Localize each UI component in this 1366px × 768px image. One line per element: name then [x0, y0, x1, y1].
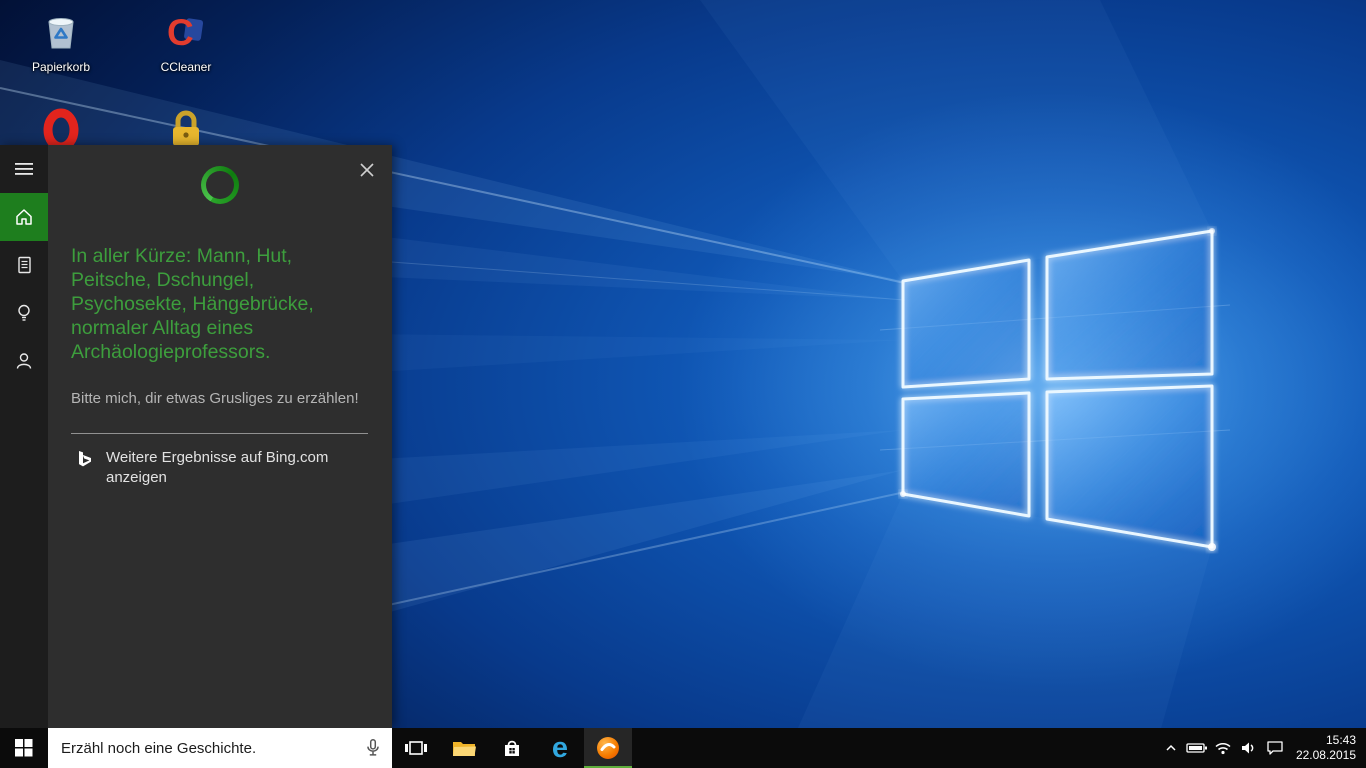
avast-icon [597, 737, 619, 759]
start-button[interactable] [0, 728, 48, 768]
windows-logo-icon [15, 739, 33, 757]
close-icon[interactable] [356, 159, 378, 181]
search-input-value: Erzähl noch eine Geschichte. [61, 739, 257, 757]
task-view-icon [405, 741, 427, 755]
edge-button[interactable]: e [536, 728, 584, 768]
volume-icon[interactable] [1236, 728, 1262, 768]
store-button[interactable] [488, 728, 536, 768]
recycle-bin-icon [38, 9, 84, 55]
battery-icon[interactable] [1184, 728, 1210, 768]
cortana-rail [0, 145, 48, 728]
bing-results-link[interactable]: Weitere Ergebnisse auf Bing.com anzeigen [71, 448, 368, 488]
bing-link-label: Weitere Ergebnisse auf Bing.com anzeigen [106, 449, 329, 486]
divider [71, 433, 368, 434]
home-icon [16, 209, 32, 225]
rail-item-notebook[interactable] [0, 241, 48, 289]
windows-desktop: Papierkorb C CCleaner In aller Kürze: Ma… [0, 0, 1366, 768]
taskbar-clock[interactable]: 15:43 22.08.2015 [1288, 728, 1366, 768]
action-center-icon[interactable] [1262, 728, 1288, 768]
hidden-icons-chevron-icon[interactable] [1158, 728, 1184, 768]
notebook-icon [18, 256, 31, 274]
cortana-search-input[interactable]: Erzähl noch eine Geschichte. [48, 728, 392, 768]
reminders-lightbulb-icon [18, 304, 30, 321]
hamburger-menu-icon[interactable] [0, 145, 48, 193]
microphone-icon[interactable] [360, 735, 386, 761]
cortana-ring-icon [200, 166, 239, 204]
clock-time: 15:43 [1325, 733, 1356, 747]
rail-item-home[interactable] [0, 193, 48, 241]
file-explorer-button[interactable] [440, 728, 488, 768]
task-view-button[interactable] [392, 728, 440, 768]
rail-item-reminders[interactable] [0, 289, 48, 337]
rail-item-feedback[interactable] [0, 337, 48, 385]
feedback-person-icon [16, 353, 32, 369]
cortana-panel: In aller Kürze: Mann, Hut, Peitsche, Dsc… [0, 145, 392, 728]
svg-text:C: C [167, 12, 194, 53]
edge-icon: e [551, 731, 569, 764]
store-bag-icon [505, 740, 519, 756]
cortana-prompt: Bitte mich, dir etwas Grusliges zu erzäh… [71, 390, 359, 407]
clock-date: 22.08.2015 [1295, 748, 1356, 762]
ccleaner-icon: C [163, 9, 209, 55]
avast-button[interactable] [584, 728, 632, 768]
folder-icon [453, 742, 476, 756]
wifi-icon[interactable] [1210, 728, 1236, 768]
desktop-icon-label: CCleaner [160, 60, 212, 74]
bing-icon [73, 449, 95, 471]
taskbar: Erzähl noch eine Geschichte. e 15:43 22.… [0, 728, 1366, 768]
desktop-icon-recycle-bin[interactable]: Papierkorb [17, 9, 105, 74]
desktop-icon-ccleaner[interactable]: C CCleaner [142, 9, 230, 74]
desktop-icon-label: Papierkorb [31, 60, 91, 74]
system-tray: 15:43 22.08.2015 [1158, 728, 1366, 768]
cortana-content: In aller Kürze: Mann, Hut, Peitsche, Dsc… [48, 145, 392, 728]
cortana-headline: In aller Kürze: Mann, Hut, Peitsche, Dsc… [71, 245, 314, 363]
